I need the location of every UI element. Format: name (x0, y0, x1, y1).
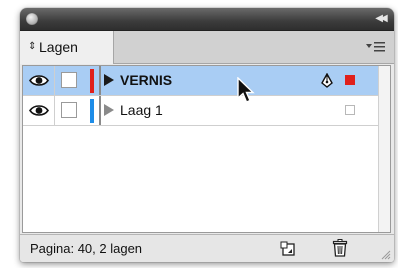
lock-toggle[interactable] (61, 72, 77, 88)
layer-name[interactable]: Laag 1 (120, 102, 163, 118)
visibility-toggle[interactable] (23, 66, 55, 95)
selection-square-icon[interactable] (345, 105, 355, 115)
tab-label: Lagen (39, 39, 78, 55)
lock-toggle[interactable] (61, 102, 77, 118)
pen-icon (321, 73, 333, 88)
close-icon[interactable] (26, 13, 38, 25)
resize-grip-icon[interactable] (380, 249, 391, 260)
triangle-right-icon[interactable] (104, 104, 114, 116)
selection-square-icon[interactable] (345, 75, 355, 85)
status-bar: Pagina: 40, 2 lagen (20, 234, 394, 262)
scrollbar[interactable] (378, 66, 390, 232)
layer-color-bar (90, 69, 94, 93)
tab-strip: ⇕ Lagen (20, 31, 394, 64)
panel-titlebar[interactable]: ◀◀ (20, 8, 394, 31)
tab-lagen[interactable]: ⇕ Lagen (20, 31, 114, 64)
mouse-cursor-icon (237, 77, 255, 103)
panel-menu-icon[interactable] (366, 41, 386, 53)
visibility-toggle[interactable] (23, 96, 55, 125)
status-text: Pagina: 40, 2 lagen (30, 241, 143, 256)
row-divider (99, 96, 101, 125)
sort-arrows-icon: ⇕ (28, 41, 37, 52)
layer-color-bar (90, 99, 94, 123)
layer-name[interactable]: VERNIS (120, 72, 172, 88)
layers-list: VERNIS Laag 1 (22, 65, 391, 233)
trash-icon[interactable] (332, 239, 348, 257)
triangle-right-icon[interactable] (104, 74, 114, 86)
collapse-icon[interactable]: ◀◀ (372, 12, 388, 26)
new-layer-icon[interactable] (280, 241, 296, 257)
eye-icon (29, 75, 49, 86)
row-divider (99, 66, 101, 95)
layer-row-laag-1[interactable]: Laag 1 (23, 96, 379, 126)
layers-panel: ◀◀ ⇕ Lagen VERNIS Laag 1 Pagina: 40, 2 l… (20, 8, 394, 262)
eye-icon (29, 105, 49, 116)
layer-row-vernis[interactable]: VERNIS (23, 66, 379, 96)
